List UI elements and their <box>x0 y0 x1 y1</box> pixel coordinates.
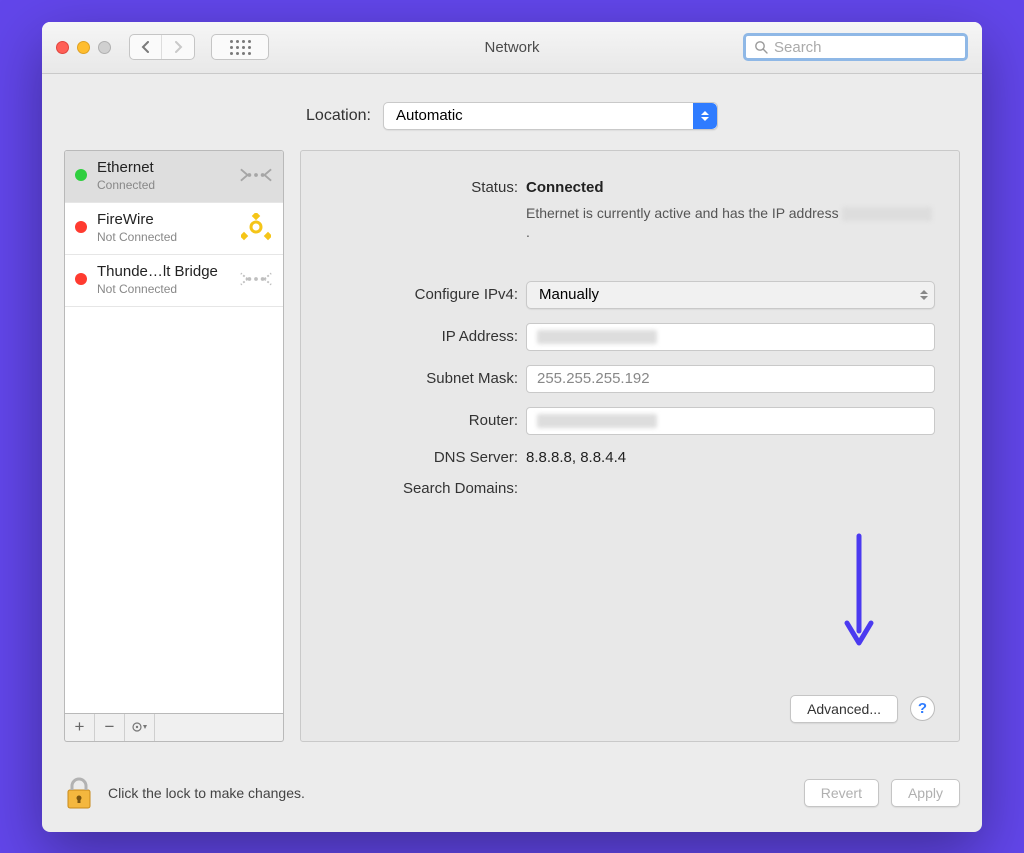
status-info: Ethernet is currently active and has the… <box>526 204 935 243</box>
ip-label: IP Address: <box>311 328 526 345</box>
show-all-button[interactable] <box>211 34 269 60</box>
location-label: Location: <box>306 107 371 125</box>
footer: Click the lock to make changes. Revert A… <box>42 760 982 832</box>
subnet-label: Subnet Mask: <box>311 370 526 387</box>
traffic-lights <box>56 41 111 54</box>
search-domains-label: Search Domains: <box>311 480 526 497</box>
ethernet-icon <box>239 163 273 187</box>
apply-button[interactable]: Apply <box>891 779 960 807</box>
lock-text: Click the lock to make changes. <box>108 785 305 801</box>
sidebar-tools: + − <box>64 714 284 742</box>
subnet-mask-input[interactable]: 255.255.255.192 <box>526 365 935 393</box>
search-input[interactable] <box>774 39 957 56</box>
status-label: Status: <box>311 179 526 196</box>
status-dot-icon <box>75 169 87 181</box>
configure-label: Configure IPv4: <box>311 286 526 303</box>
service-status: Not Connected <box>97 230 239 244</box>
service-item-ethernet[interactable]: Ethernet Connected <box>65 151 283 203</box>
minimize-button[interactable] <box>77 41 90 54</box>
service-name: Thunde…lt Bridge <box>97 263 239 280</box>
maximize-button <box>98 41 111 54</box>
service-name: Ethernet <box>97 159 239 176</box>
service-status: Not Connected <box>97 282 239 296</box>
add-service-button[interactable]: + <box>65 714 95 741</box>
router-label: Router: <box>311 412 526 429</box>
detail-panel: Status: Connected Ethernet is currently … <box>300 150 960 742</box>
help-button[interactable]: ? <box>910 696 935 721</box>
back-button[interactable] <box>130 35 162 59</box>
service-item-firewire[interactable]: FireWire Not Connected <box>65 203 283 255</box>
ip-address-input[interactable] <box>526 323 935 351</box>
content: Ethernet Connected FireWire Not Connecte… <box>42 150 982 760</box>
titlebar: Network <box>42 22 982 74</box>
sidebar: Ethernet Connected FireWire Not Connecte… <box>64 150 284 742</box>
lock-area[interactable]: Click the lock to make changes. <box>64 776 305 810</box>
location-value: Automatic <box>396 107 463 124</box>
forward-button[interactable] <box>162 35 194 59</box>
service-item-thunderbolt[interactable]: Thunde…lt Bridge Not Connected <box>65 255 283 307</box>
nav-buttons <box>129 34 195 60</box>
status-dot-icon <box>75 273 87 285</box>
revert-button[interactable]: Revert <box>804 779 879 807</box>
search-field[interactable] <box>743 33 968 61</box>
redacted-ip <box>842 207 932 221</box>
annotation-arrow-icon <box>839 531 879 651</box>
service-list[interactable]: Ethernet Connected FireWire Not Connecte… <box>64 150 284 714</box>
search-icon <box>754 40 768 54</box>
dropdown-arrows-icon <box>693 103 717 129</box>
advanced-row: Advanced... ? <box>311 695 935 723</box>
gear-icon <box>131 721 149 733</box>
service-actions-button[interactable] <box>125 714 155 741</box>
location-row: Location: Automatic <box>42 74 982 150</box>
chevron-updown-icon <box>920 290 928 300</box>
lock-icon <box>64 776 94 810</box>
advanced-button[interactable]: Advanced... <box>790 695 898 723</box>
status-value: Connected <box>526 179 935 196</box>
status-dot-icon <box>75 221 87 233</box>
close-button[interactable] <box>56 41 69 54</box>
dns-value: 8.8.8.8, 8.8.4.4 <box>526 449 935 466</box>
network-prefs-window: Network Location: Automatic Ethernet Con… <box>42 22 982 832</box>
remove-service-button[interactable]: − <box>95 714 125 741</box>
firewire-icon <box>239 213 273 241</box>
router-input[interactable] <box>526 407 935 435</box>
configure-ipv4-dropdown[interactable]: Manually <box>526 281 935 309</box>
service-status: Connected <box>97 178 239 192</box>
thunderbolt-icon <box>239 267 273 291</box>
location-dropdown[interactable]: Automatic <box>383 102 718 130</box>
grid-icon <box>230 40 251 55</box>
service-name: FireWire <box>97 211 239 228</box>
dns-label: DNS Server: <box>311 449 526 466</box>
